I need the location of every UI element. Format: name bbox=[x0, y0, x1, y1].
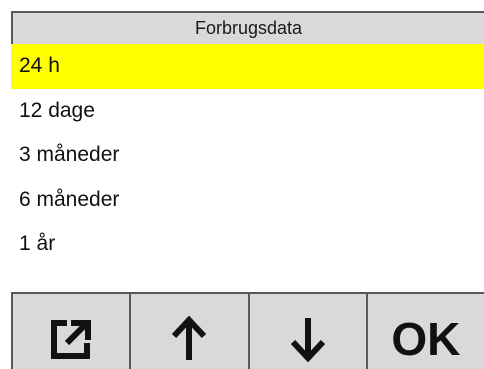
menu-item-1-aar[interactable]: 1 år bbox=[11, 222, 484, 267]
menu-item-label: 3 måneder bbox=[19, 143, 120, 167]
display-screen: Forbrugsdata 24 h 12 dage 3 måneder 6 må… bbox=[0, 0, 484, 369]
menu-item-label: 24 h bbox=[19, 54, 60, 77]
menu-item-label: 12 dage bbox=[19, 98, 95, 122]
menu-item-12-dage[interactable]: 12 dage bbox=[11, 89, 484, 134]
up-button[interactable] bbox=[131, 294, 250, 369]
ok-button-label: OK bbox=[391, 312, 461, 365]
export-button[interactable] bbox=[13, 294, 132, 369]
menu-item-3-maaneder[interactable]: 3 måneder bbox=[11, 133, 484, 178]
ok-button[interactable]: OK bbox=[368, 294, 484, 369]
page-title: Forbrugsdata bbox=[11, 11, 484, 44]
menu-item-6-maaneder[interactable]: 6 måneder bbox=[11, 178, 484, 223]
softkey-bar: OK bbox=[11, 292, 484, 369]
arrow-down-icon bbox=[290, 317, 325, 362]
down-button[interactable] bbox=[250, 294, 368, 369]
page-title-text: Forbrugsdata bbox=[194, 18, 303, 38]
menu-item-24h[interactable]: 24 h bbox=[11, 44, 484, 89]
period-menu: 24 h 12 dage 3 måneder 6 måneder 1 år bbox=[11, 44, 484, 267]
menu-item-label: 1 år bbox=[19, 232, 56, 256]
arrow-up-icon bbox=[172, 315, 207, 360]
export-icon bbox=[51, 319, 92, 359]
menu-item-label: 6 måneder bbox=[19, 187, 120, 211]
